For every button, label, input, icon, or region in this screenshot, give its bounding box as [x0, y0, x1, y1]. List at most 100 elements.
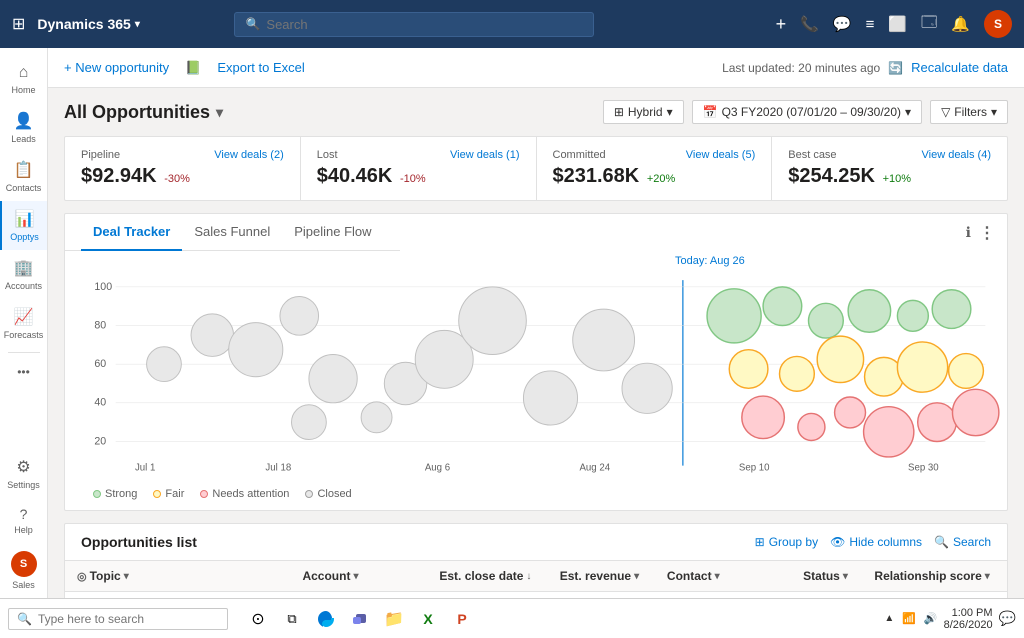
- taskbar-search-icon: 🔍: [17, 612, 32, 626]
- search-input[interactable]: [266, 17, 466, 32]
- table-row[interactable]: Expressed interest in Azure capacity M M…: [65, 592, 1007, 599]
- taskbar-edge-icon[interactable]: [312, 605, 340, 633]
- app-name[interactable]: Dynamics 365 ▾: [37, 16, 139, 32]
- col-revenue: Est. revenue ▾: [548, 561, 655, 592]
- taskbar-wifi-icon[interactable]: 📶: [902, 612, 916, 625]
- taskbar-teams-icon[interactable]: [346, 605, 374, 633]
- recalculate-icon: 🔄: [888, 61, 903, 75]
- sidebar-item-sales[interactable]: S Sales: [0, 543, 47, 598]
- search-bar[interactable]: 🔍: [234, 12, 594, 37]
- waffle-menu-icon[interactable]: ⊞: [12, 14, 25, 34]
- chart-icon: ⊞: [614, 105, 624, 119]
- svg-text:Aug 6: Aug 6: [425, 462, 450, 473]
- taskbar-taskview-icon[interactable]: ⧉: [278, 605, 306, 633]
- sidebar-item-more[interactable]: •••: [0, 357, 47, 387]
- svg-text:Sep 10: Sep 10: [739, 462, 770, 473]
- taskbar: 🔍 ⊙ ⧉ 📁 X P ▲ 📶 🔊 1:00 PM 8/26/2020 💬: [0, 598, 1024, 638]
- group-by-button[interactable]: ⊞ Group by: [755, 535, 818, 549]
- user-avatar[interactable]: S: [984, 10, 1012, 38]
- phone-icon[interactable]: 📞: [800, 15, 819, 33]
- sidebar-item-accounts[interactable]: 🏢 Accounts: [0, 250, 47, 299]
- contact-sort-icon[interactable]: ▾: [715, 571, 720, 582]
- chart-more-icon[interactable]: ⋮: [979, 223, 995, 243]
- tab-pipeline-flow[interactable]: Pipeline Flow: [282, 214, 383, 251]
- sidebar-item-home[interactable]: ⌂ Home: [0, 56, 47, 103]
- forecasts-icon: 📈: [14, 307, 34, 327]
- sidebar-item-forecasts[interactable]: 📈 Forecasts: [0, 299, 47, 348]
- taskbar-search-input[interactable]: [38, 612, 198, 626]
- sidebar-divider: [8, 352, 40, 353]
- new-opportunity-button[interactable]: + New opportunity: [64, 60, 169, 75]
- svg-text:Jul 1: Jul 1: [135, 462, 155, 473]
- filters-button[interactable]: ▽ Filters ▾: [930, 100, 1008, 124]
- bell-icon[interactable]: 🔔: [951, 15, 970, 33]
- sidebar-item-settings[interactable]: ⚙ Settings: [0, 449, 47, 498]
- date-range-selector[interactable]: 📅 Q3 FY2020 (07/01/20 – 09/30/20) ▾: [692, 100, 922, 124]
- page-title-chevron-icon[interactable]: ▾: [216, 104, 223, 121]
- kpi-best-case: Best case View deals (4) $254.25K +10%: [772, 137, 1007, 200]
- sales-avatar: S: [11, 551, 37, 577]
- chat-icon[interactable]: 💬: [833, 15, 852, 33]
- close-date-sort-icon[interactable]: ↓: [526, 571, 531, 582]
- excel-icon: 📗: [185, 60, 201, 76]
- bestcase-view-link[interactable]: View deals (4): [922, 149, 992, 161]
- score-sort-icon[interactable]: ▾: [985, 571, 990, 582]
- pipeline-view-link[interactable]: View deals (2): [214, 149, 284, 161]
- main-content: + New opportunity 📗 Export to Excel Last…: [48, 48, 1024, 598]
- taskbar-volume-icon[interactable]: 🔊: [924, 612, 938, 625]
- legend-strong: Strong: [93, 488, 137, 500]
- search-opps-button[interactable]: 🔍 Search: [934, 535, 991, 549]
- home-icon: ⌂: [19, 64, 29, 82]
- committed-view-link[interactable]: View deals (5): [686, 149, 756, 161]
- sidebar-item-opptys[interactable]: 📊 Opptys: [0, 201, 47, 250]
- group-icon: ⊞: [755, 535, 765, 549]
- score-cell: ↗ 4.5: [862, 592, 1007, 599]
- sidebar-item-help[interactable]: ? Help: [0, 498, 47, 543]
- col-relationship-score: Relationship score ▾: [862, 561, 1007, 592]
- taskbar-notifications-icon[interactable]: 💬: [999, 610, 1016, 627]
- taskbar-explorer-icon[interactable]: 📁: [380, 605, 408, 633]
- svg-text:20: 20: [94, 435, 106, 447]
- opportunities-table: ◎ Topic ▾ Account ▾: [65, 561, 1007, 598]
- chart-info-icon[interactable]: ℹ: [966, 224, 971, 241]
- sidebar: ⌂ Home 👤 Leads 📋 Contacts 📊 Opptys 🏢 Acc…: [0, 48, 48, 598]
- revenue-sort-icon[interactable]: ▾: [634, 571, 639, 582]
- sidebar-item-contacts[interactable]: 📋 Contacts: [0, 152, 47, 201]
- taskbar-excel-icon[interactable]: X: [414, 605, 442, 633]
- list-icon[interactable]: ≡: [866, 16, 875, 33]
- recalculate-button[interactable]: Recalculate data: [911, 60, 1008, 75]
- main-layout: ⌂ Home 👤 Leads 📋 Contacts 📊 Opptys 🏢 Acc…: [0, 48, 1024, 598]
- svg-text:60: 60: [94, 358, 106, 370]
- taskbar-cortana-icon[interactable]: ⊙: [244, 605, 272, 633]
- tab-deal-tracker[interactable]: Deal Tracker: [81, 214, 182, 251]
- hide-columns-button[interactable]: 👁 Hide columns: [830, 535, 922, 549]
- taskbar-powerpoint-icon[interactable]: P: [448, 605, 476, 633]
- taskbar-clock[interactable]: 1:00 PM 8/26/2020: [944, 607, 993, 631]
- svg-text:Aug 24: Aug 24: [579, 462, 610, 473]
- kpi-committed: Committed View deals (5) $231.68K +20%: [537, 137, 773, 200]
- window-icon[interactable]: ⬜: [888, 15, 907, 33]
- legend-closed: Closed: [305, 488, 351, 500]
- settings-icon: ⚙: [16, 457, 30, 477]
- status-sort-icon[interactable]: ▾: [843, 571, 848, 582]
- topic-cell: Expressed interest in Azure capacity: [65, 592, 290, 599]
- taskbar-up-icon[interactable]: ▲: [884, 613, 894, 624]
- taskbar-right: ▲ 📶 🔊 1:00 PM 8/26/2020 💬: [884, 607, 1016, 631]
- page-title: All Opportunities ▾: [64, 102, 223, 123]
- sidebar-item-leads[interactable]: 👤 Leads: [0, 103, 47, 152]
- browser-icon[interactable]: 🗔: [921, 12, 937, 37]
- taskbar-search[interactable]: 🔍: [8, 608, 228, 630]
- chart-body: Today: Aug 26 100 80 60 40 20: [65, 251, 1007, 510]
- col-topic: ◎ Topic ▾: [65, 561, 290, 592]
- tab-sales-funnel[interactable]: Sales Funnel: [182, 214, 282, 251]
- new-icon[interactable]: +: [776, 14, 787, 35]
- hybrid-view-selector[interactable]: ⊞ Hybrid ▾: [603, 100, 684, 124]
- topic-sort-icon[interactable]: ▾: [124, 571, 129, 582]
- close-date-cell: 9/27/2020: [427, 592, 547, 599]
- legend-needs-attention-dot: [200, 490, 208, 498]
- opptys-icon: 📊: [15, 209, 35, 229]
- lost-view-link[interactable]: View deals (1): [450, 149, 520, 161]
- account-sort-icon[interactable]: ▾: [353, 571, 358, 582]
- svg-text:Sep 30: Sep 30: [908, 462, 939, 473]
- export-excel-button[interactable]: Export to Excel: [217, 60, 304, 75]
